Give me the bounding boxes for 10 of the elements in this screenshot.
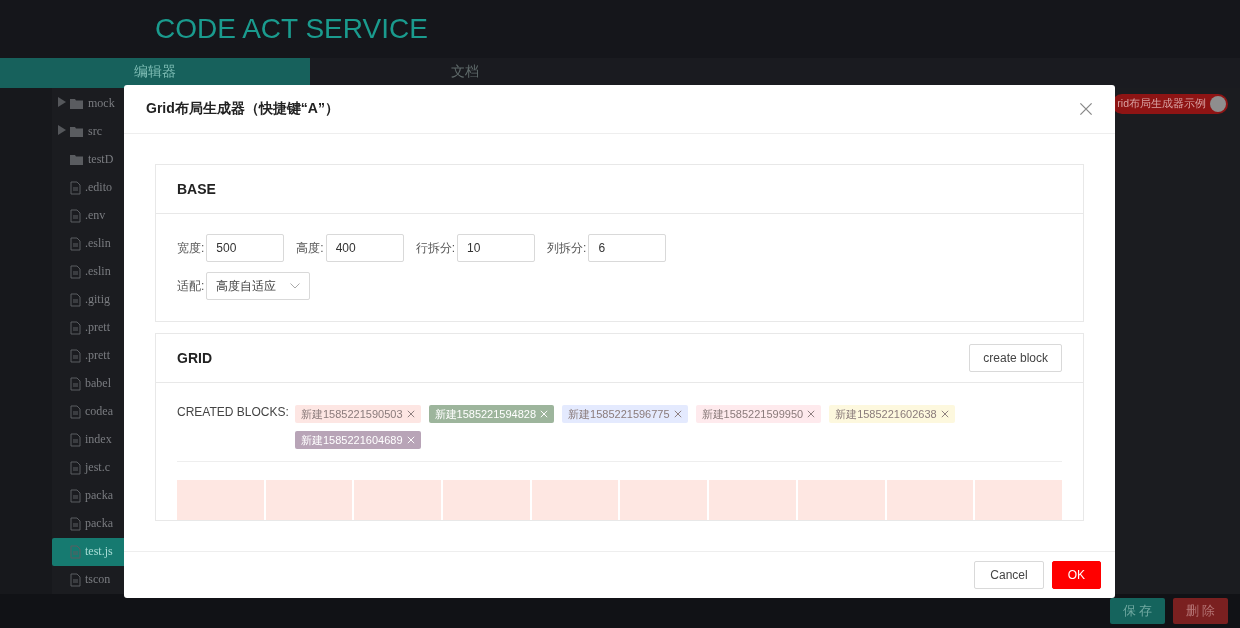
blocks-label: CREATED BLOCKS: (177, 404, 289, 421)
field-label: 高度: (296, 239, 324, 257)
card-title: BASE (177, 181, 216, 197)
dialog-title: Grid布局生成器（快捷键“A”） (146, 100, 339, 118)
field-label: 行拆分: (415, 239, 456, 257)
field-label: 列拆分: (547, 239, 587, 257)
field-label: 宽度: (177, 239, 205, 257)
field-label: 适配: (177, 277, 205, 295)
app-title: CODE ACT SERVICE (155, 13, 428, 46)
card-title: GRID (177, 350, 212, 366)
